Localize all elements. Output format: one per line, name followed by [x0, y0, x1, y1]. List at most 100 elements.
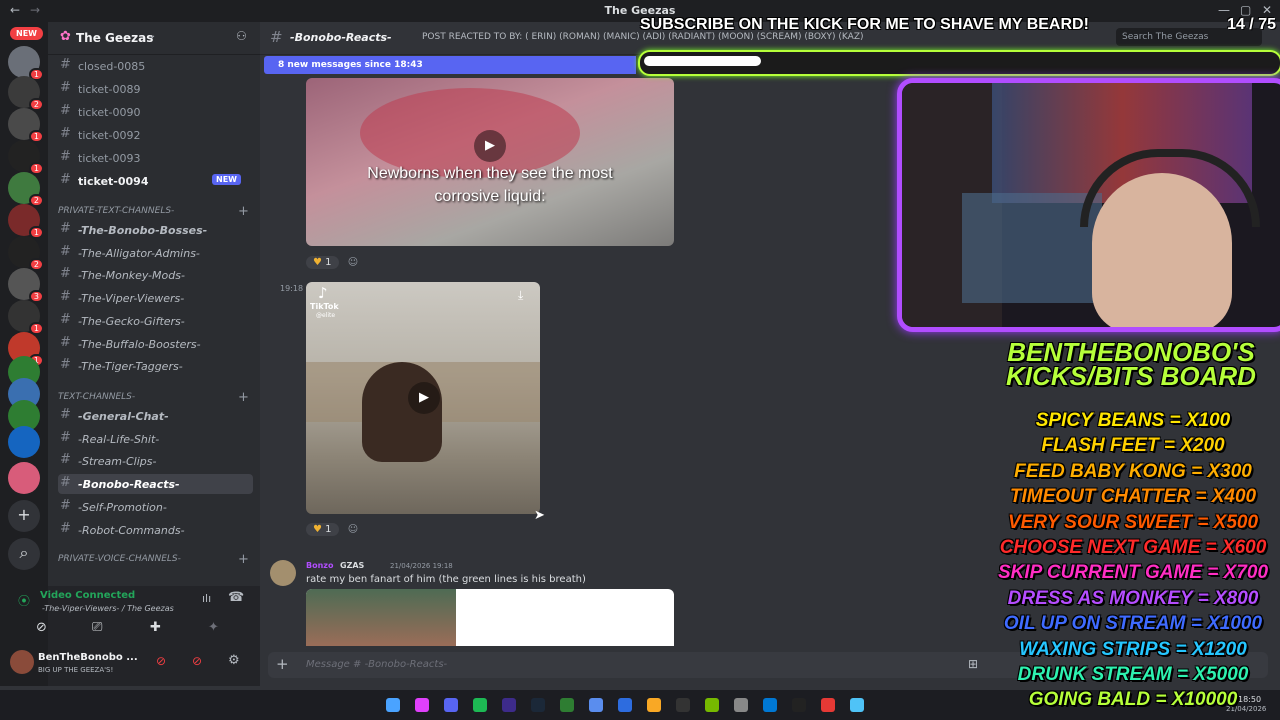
taskbar-app-icon[interactable]: [618, 698, 632, 712]
forward-arrow-icon[interactable]: →: [30, 3, 40, 17]
effects-icon[interactable]: ✦: [208, 620, 219, 635]
add-channel-icon[interactable]: +: [238, 552, 249, 567]
reaction-heart[interactable]: ♥ 1: [306, 256, 339, 269]
taskbar-app-icon[interactable]: [676, 698, 690, 712]
taskbar-app-icon[interactable]: [473, 698, 487, 712]
play-icon[interactable]: ▶: [408, 382, 440, 414]
category-text[interactable]: TEXT-CHANNELS- +: [58, 390, 249, 405]
close-icon[interactable]: ✕: [1262, 3, 1272, 17]
soundboard-icon[interactable]: ılı: [202, 592, 211, 605]
category-private-voice[interactable]: PRIVATE-VOICE-CHANNELS- +: [58, 552, 249, 567]
board-item: TIMEOUT CHATTER = X400: [1009, 486, 1257, 508]
back-arrow-icon[interactable]: ←: [10, 3, 20, 17]
taskbar-app-icon[interactable]: [821, 698, 835, 712]
deafen-icon[interactable]: ⊘: [192, 654, 202, 668]
gift-icon[interactable]: ⊞: [968, 657, 978, 671]
channel-private[interactable]: # -The-Alligator-Admins-: [58, 243, 253, 263]
taskbar-app-icon[interactable]: [763, 698, 777, 712]
channel-private[interactable]: # -The-Viper-Viewers-: [58, 288, 253, 308]
taskbar-app-icon[interactable]: [560, 698, 574, 712]
image-attachment[interactable]: [306, 589, 674, 646]
server-icon[interactable]: 2: [8, 236, 44, 271]
channel-private[interactable]: # -The-Bonobo-Bosses-: [58, 220, 253, 240]
channel-ticket-0090[interactable]: # ticket-0090: [58, 102, 253, 122]
channel-ticket-0092[interactable]: # ticket-0092: [58, 125, 253, 145]
server-icon[interactable]: 1: [8, 46, 44, 81]
channel-text[interactable]: # -General-Chat-: [58, 406, 253, 426]
tiktok-video-attachment[interactable]: ♪ TikTok @elite ⤓ ▶: [306, 282, 540, 514]
taskbar-app-icon[interactable]: [647, 698, 661, 712]
video-attachment[interactable]: ▶ Newborns when they see the most corros…: [306, 78, 674, 246]
server-icon[interactable]: 1: [8, 204, 44, 239]
channel-ticket-0089[interactable]: # ticket-0089: [58, 79, 253, 99]
hashtag-icon: #: [60, 103, 71, 118]
voice-channel: -The-Viper-Viewers- / The Geezas: [42, 604, 174, 613]
new-pill[interactable]: NEW: [10, 27, 43, 40]
message-time: 19:18: [280, 284, 304, 293]
taskbar-app-icon[interactable]: [589, 698, 603, 712]
channel-private[interactable]: # -The-Monkey-Mods-: [58, 265, 253, 285]
disconnect-icon[interactable]: ☎: [228, 590, 244, 605]
channel-private[interactable]: # -The-Gecko-Gifters-: [58, 311, 253, 331]
channel-closed-0085[interactable]: # closed-0085: [58, 56, 253, 76]
taskbar-app-icon[interactable]: [415, 698, 429, 712]
play-icon[interactable]: ▶: [474, 130, 506, 162]
add-server-icon[interactable]: +: [8, 500, 40, 532]
maximize-icon[interactable]: ▢: [1240, 3, 1251, 17]
taskbar-app-icon[interactable]: [850, 698, 864, 712]
message-author[interactable]: Bonzo: [306, 561, 333, 570]
channel-text[interactable]: # -Bonobo-Reacts-: [58, 474, 253, 495]
download-icon[interactable]: ⤓: [518, 288, 523, 303]
discover-icon[interactable]: ⌕: [8, 538, 40, 570]
channel-label: closed-0085: [78, 60, 146, 73]
add-reaction-icon[interactable]: ☺: [348, 257, 358, 268]
taskbar-app-icon[interactable]: [734, 698, 748, 712]
server-header[interactable]: ✿ The Geezas ⌄ ⚇: [48, 22, 260, 55]
new-messages-bar[interactable]: 8 new messages since 18:43: [264, 56, 636, 74]
mic-muted-icon[interactable]: ⊘: [156, 654, 166, 668]
screen-share-icon[interactable]: ⎚: [92, 620, 102, 635]
server-icon[interactable]: 1: [8, 108, 44, 143]
hashtag-icon: #: [60, 429, 71, 445]
channel-ticket-0093[interactable]: # ticket-0093: [58, 148, 253, 168]
taskbar-app-icon[interactable]: [705, 698, 719, 712]
server-icon[interactable]: 2: [8, 172, 44, 207]
channel-text[interactable]: # -Self-Promotion-: [58, 497, 253, 517]
hashtag-icon: #: [60, 149, 71, 164]
channel-text[interactable]: # -Real-Life-Shit-: [58, 429, 253, 449]
channel-ticket-0094[interactable]: # ticket-0094 NEW: [58, 171, 253, 191]
activities-icon[interactable]: ✚: [150, 620, 161, 635]
taskbar-app-icon[interactable]: [386, 698, 400, 712]
channel-private[interactable]: # -The-Tiger-Taggers-: [58, 356, 253, 376]
add-attachment-icon[interactable]: +: [276, 655, 289, 673]
channel-text[interactable]: # -Robot-Commands-: [58, 520, 253, 540]
video-off-icon[interactable]: ⊘: [36, 620, 47, 635]
add-channel-icon[interactable]: +: [238, 204, 249, 219]
hashtag-icon: #: [270, 28, 283, 46]
add-reaction-icon[interactable]: ☺: [348, 524, 358, 535]
settings-gear-icon[interactable]: ⚙: [228, 653, 240, 668]
channel-text[interactable]: # -Stream-Clips-: [58, 451, 253, 471]
channel-private[interactable]: # -The-Buffalo-Boosters-: [58, 334, 253, 354]
taskbar-app-icon[interactable]: [792, 698, 806, 712]
server-icon[interactable]: [8, 462, 40, 494]
add-member-icon[interactable]: ⚇: [236, 29, 247, 43]
taskbar-app-icon[interactable]: [444, 698, 458, 712]
minimize-icon[interactable]: —: [1218, 3, 1230, 17]
avatar[interactable]: [270, 560, 296, 586]
category-private-text[interactable]: PRIVATE-TEXT-CHANNELS- +: [58, 204, 249, 219]
server-icon[interactable]: 3: [8, 268, 44, 303]
server-icon[interactable]: 1: [8, 140, 44, 175]
server-icon[interactable]: 2: [8, 76, 44, 111]
composer-placeholder: Message # -Bonobo-Reacts-: [306, 659, 448, 670]
channel-label: -The-Monkey-Mods-: [78, 269, 185, 283]
add-channel-icon[interactable]: +: [238, 390, 249, 405]
avatar[interactable]: [10, 650, 34, 674]
taskbar-app-icon[interactable]: [531, 698, 545, 712]
server-icon[interactable]: [8, 426, 40, 458]
reaction-heart[interactable]: ♥ 1: [306, 523, 339, 536]
taskbar-app-icon[interactable]: [502, 698, 516, 712]
board-item: CHOOSE NEXT GAME = X600: [999, 537, 1267, 558]
hashtag-icon: #: [60, 357, 71, 373]
server-icon[interactable]: 1: [8, 300, 44, 335]
